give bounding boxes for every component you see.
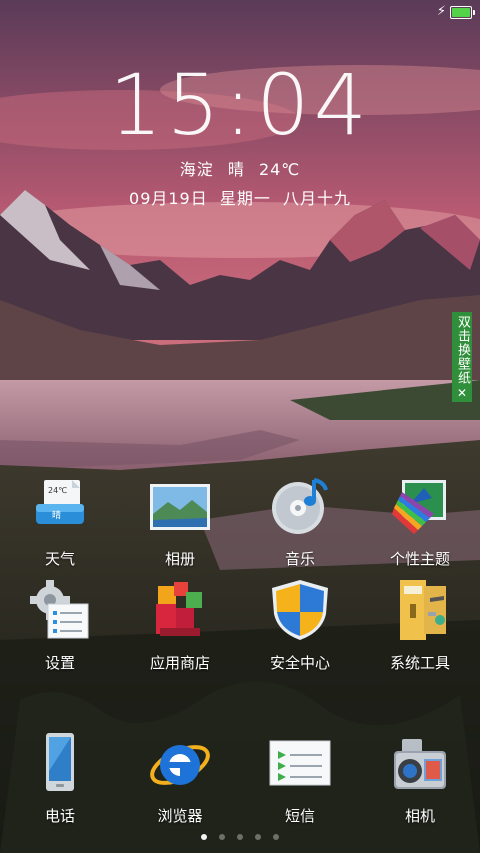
page-dot[interactable]	[273, 834, 279, 840]
app-phone[interactable]: 电话	[0, 729, 120, 826]
app-label: 天气	[44, 550, 75, 568]
change-wallpaper-label: 双击换壁纸	[455, 315, 470, 385]
date-weekday: 星期一	[219, 189, 271, 208]
app-label: 系统工具	[389, 654, 450, 672]
change-wallpaper-tab[interactable]: 双击换壁纸 ✕	[452, 312, 472, 402]
clock-time[interactable]: 15:04	[0, 60, 480, 150]
app-themes[interactable]: 个性主题	[360, 472, 480, 569]
security-shield-icon	[266, 576, 334, 644]
app-row-1: 24℃ 晴 天气 相册 音乐 个性主题	[0, 472, 480, 569]
music-icon	[266, 472, 334, 540]
weather-summary[interactable]: 海淀 晴 24℃	[0, 156, 480, 180]
page-dot[interactable]	[201, 834, 207, 840]
app-label: 个性主题	[389, 550, 450, 568]
app-system-tools[interactable]: 系统工具	[360, 576, 480, 673]
app-store[interactable]: 应用商店	[120, 576, 240, 673]
browser-icon	[146, 729, 214, 797]
weather-condition: 晴	[227, 160, 245, 179]
app-label: 相册	[164, 550, 195, 568]
app-settings[interactable]: 设置	[0, 576, 120, 673]
app-store-icon	[146, 576, 214, 644]
app-camera[interactable]: 相机	[360, 729, 480, 826]
battery-icon	[450, 5, 475, 19]
app-music[interactable]: 音乐	[240, 472, 360, 569]
weather-icon: 24℃ 晴	[26, 472, 94, 540]
app-security-center[interactable]: 安全中心	[240, 576, 360, 673]
system-tools-icon	[386, 576, 454, 644]
dock: 电话 浏览器 短信 相机	[0, 729, 480, 826]
page-dot[interactable]	[255, 834, 261, 840]
close-icon[interactable]: ✕	[457, 386, 467, 402]
battery-level-fill	[452, 7, 470, 17]
status-bar[interactable]: ⚡	[0, 0, 480, 28]
app-gallery[interactable]: 相册	[120, 472, 240, 569]
settings-icon	[26, 576, 94, 644]
app-weather[interactable]: 24℃ 晴 天气	[0, 472, 120, 569]
status-icons: ⚡	[436, 4, 475, 19]
app-label: 音乐	[284, 550, 315, 568]
gallery-icon	[146, 472, 214, 540]
app-label: 安全中心	[269, 654, 330, 672]
date-day: 09月19日	[129, 189, 208, 208]
app-label: 浏览器	[157, 807, 203, 825]
app-messages[interactable]: 短信	[240, 729, 360, 826]
weather-temperature: 24℃	[258, 160, 301, 179]
camera-icon	[386, 729, 454, 797]
charging-icon: ⚡	[436, 4, 446, 19]
weather-icon-condition: 晴	[52, 509, 61, 521]
messages-icon	[266, 729, 334, 797]
app-browser[interactable]: 浏览器	[120, 729, 240, 826]
app-label: 电话	[44, 807, 75, 825]
page-indicator[interactable]	[0, 834, 480, 840]
app-label: 相机	[404, 807, 435, 825]
date-line[interactable]: 09月19日 星期一 八月十九	[0, 185, 480, 209]
app-row-2: 设置 应用商店 安全中心 系统工具	[0, 576, 480, 673]
weather-icon-temp: 24℃	[48, 486, 67, 495]
date-lunar: 八月十九	[282, 189, 351, 208]
app-label: 短信	[284, 807, 315, 825]
theme-icon	[386, 472, 454, 540]
page-dot[interactable]	[219, 834, 225, 840]
weather-location: 海淀	[179, 160, 214, 179]
app-label: 设置	[44, 654, 75, 672]
phone-icon	[26, 729, 94, 797]
app-label: 应用商店	[149, 654, 210, 672]
page-dot[interactable]	[237, 834, 243, 840]
